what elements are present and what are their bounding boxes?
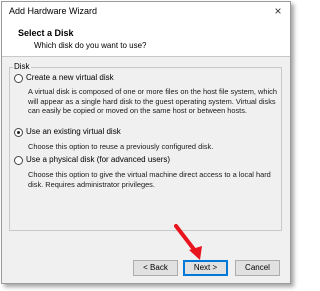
radio-create-new-disk[interactable] [14,74,23,83]
option-description: Choose this option to reuse a previously… [28,142,214,151]
add-hardware-wizard-window: Add Hardware Wizard × Select a Disk Whic… [1,1,291,284]
window-title: Add Hardware Wizard [9,6,98,16]
cancel-button[interactable]: Cancel [235,260,280,276]
option-label[interactable]: Use a physical disk (for advanced users) [26,155,170,164]
wizard-header: Select a Disk Which disk do you want to … [2,22,290,57]
title-bar: Add Hardware Wizard × [2,2,290,22]
radio-use-physical-disk[interactable] [14,156,23,165]
option-description: A virtual disk is composed of one or mor… [28,87,277,116]
red-arrow-icon [174,224,202,260]
disk-group-label: Disk [13,62,31,71]
close-icon[interactable]: × [270,4,286,18]
option-description: Choose this option to give the virtual m… [28,170,271,189]
radio-use-existing-disk[interactable] [14,128,23,137]
option-label[interactable]: Use an existing virtual disk [26,127,121,136]
page-subtitle: Which disk do you want to use? [34,41,147,50]
option-label[interactable]: Create a new virtual disk [26,73,114,82]
page-title: Select a Disk [18,28,74,38]
